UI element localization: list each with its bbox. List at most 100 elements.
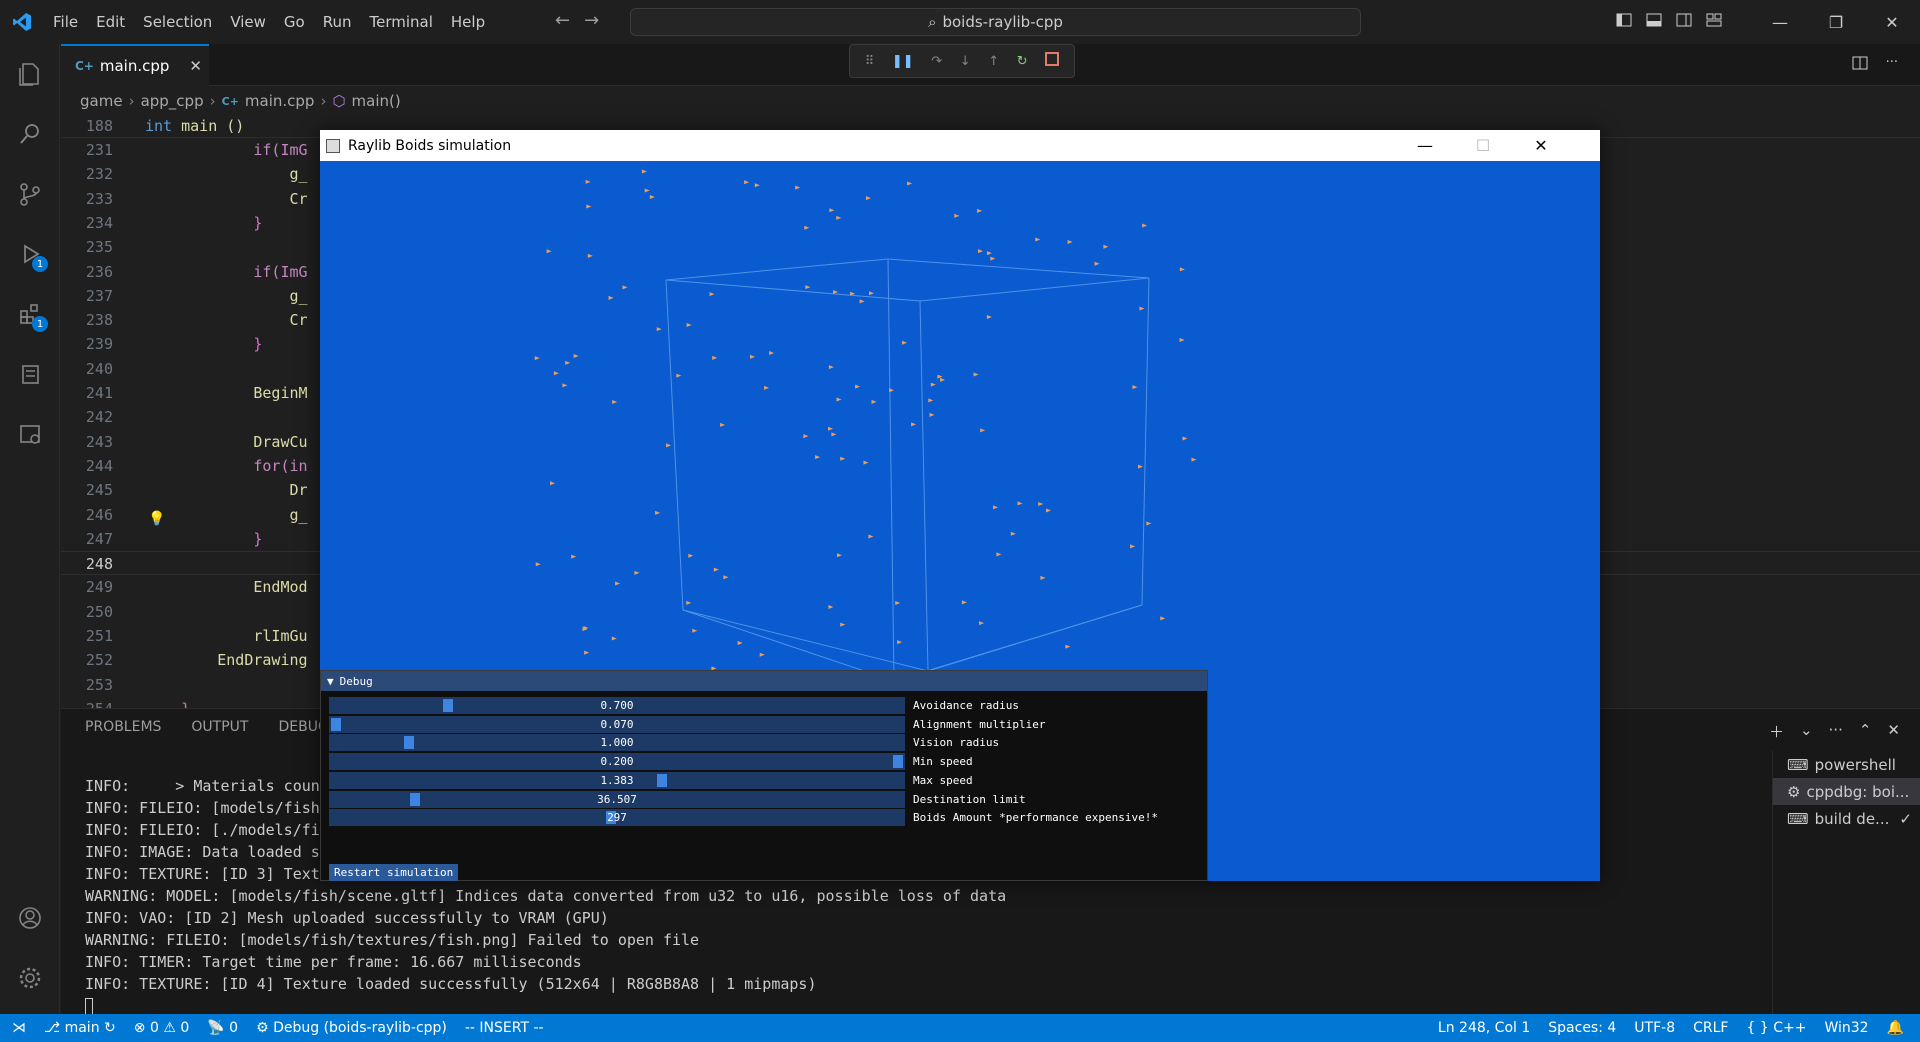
raylib-titlebar[interactable]: Raylib Boids simulation — ☐ ✕: [320, 130, 1600, 161]
boid: [865, 196, 871, 201]
chevron-down-icon[interactable]: ⌄: [1800, 721, 1813, 742]
slider[interactable]: 36.507: [329, 790, 905, 808]
boid: [534, 356, 540, 361]
menu-run[interactable]: Run: [314, 0, 361, 44]
lightbulb-icon[interactable]: 💡: [148, 511, 165, 527]
minimize-icon[interactable]: —: [1752, 0, 1808, 44]
indentation[interactable]: Spaces: 4: [1548, 1020, 1616, 1036]
boid: [836, 215, 842, 220]
slider[interactable]: 297: [329, 809, 905, 827]
encoding[interactable]: UTF-8: [1634, 1020, 1675, 1036]
ports-indicator[interactable]: 📡 0: [207, 1020, 238, 1036]
customize-layout-icon[interactable]: [1706, 12, 1722, 32]
settings-gear-icon[interactable]: [0, 948, 60, 1008]
toggle-secondary-sidebar-icon[interactable]: [1676, 12, 1692, 32]
end-of-line[interactable]: CRLF: [1693, 1020, 1728, 1036]
close-window-icon[interactable]: ✕: [1864, 0, 1920, 44]
source-control-icon[interactable]: [0, 164, 60, 224]
platform[interactable]: Win32: [1824, 1020, 1868, 1036]
restore-icon[interactable]: ❐: [1808, 0, 1864, 44]
new-terminal-icon[interactable]: ＋: [1769, 721, 1784, 742]
terminal-item-powershell[interactable]: ⌨ powershell: [1773, 751, 1920, 778]
notifications-bell-icon[interactable]: 🔔: [1887, 1020, 1904, 1036]
imgui-debug-window[interactable]: ▼ Debug 0.700 Avoidance radius 0.070 Alignm…: [320, 670, 1208, 881]
menu-edit[interactable]: Edit: [87, 0, 134, 44]
boid: [986, 315, 992, 320]
boid: [1067, 240, 1073, 245]
explorer-icon[interactable]: [0, 44, 60, 104]
boid: [723, 575, 729, 580]
menu-help[interactable]: Help: [442, 0, 494, 44]
menu-file[interactable]: File: [44, 0, 87, 44]
breadcrumb-item[interactable]: game: [80, 92, 123, 110]
slider[interactable]: 1.383: [329, 771, 905, 789]
slider[interactable]: 1.000: [329, 734, 905, 752]
close-tab-icon[interactable]: ✕: [189, 57, 202, 75]
close-panel-icon[interactable]: ✕: [1887, 721, 1900, 742]
raylib-window[interactable]: Raylib Boids simulation — ☐ ✕ ▼ Debug 0.…: [320, 130, 1600, 881]
terminal-item-cppdbg[interactable]: ⚙ cppdbg: boi...: [1773, 778, 1920, 805]
menu-view[interactable]: View: [221, 0, 275, 44]
tab-problems[interactable]: PROBLEMS: [85, 719, 161, 735]
cursor-position[interactable]: Ln 248, Col 1: [1438, 1020, 1530, 1036]
step-over-icon[interactable]: ↷: [931, 54, 942, 69]
collapse-triangle-icon[interactable]: ▼: [327, 675, 334, 688]
boid: [709, 292, 715, 297]
pause-icon[interactable]: ❚❚: [892, 54, 914, 69]
language-mode[interactable]: { } C++: [1746, 1020, 1806, 1036]
back-arrow-icon[interactable]: ←: [555, 10, 570, 31]
raylib-maximize-icon[interactable]: ☐: [1454, 130, 1512, 161]
boid: [546, 249, 552, 254]
drag-handle-icon[interactable]: ⠿: [865, 54, 875, 69]
more-actions-icon[interactable]: ···: [1886, 55, 1898, 75]
line-number: 244: [85, 456, 113, 475]
slider[interactable]: 0.070: [329, 715, 905, 733]
problems-indicator[interactable]: ⊗ 0 ⚠ 0: [134, 1020, 189, 1036]
run-debug-icon[interactable]: 1: [0, 224, 60, 284]
toggle-panel-icon[interactable]: [1646, 12, 1662, 32]
debug-config-indicator[interactable]: ⚙ Debug (boids-raylib-cpp): [256, 1020, 447, 1036]
debug-icon: ⚙: [1787, 782, 1801, 801]
command-center-search[interactable]: ⌕ boids-raylib-cpp: [630, 8, 1361, 36]
menu-selection[interactable]: Selection: [134, 0, 221, 44]
restart-icon[interactable]: ↻: [1017, 54, 1028, 69]
remote-explorer-icon[interactable]: [0, 404, 60, 464]
imgui-titlebar[interactable]: ▼ Debug: [321, 671, 1207, 691]
boid: [833, 289, 839, 294]
more-actions-icon[interactable]: ···: [1829, 721, 1843, 742]
tab-main-cpp[interactable]: C+ main.cpp ✕: [61, 44, 209, 86]
maximize-panel-icon[interactable]: ⌃: [1859, 721, 1872, 742]
branch-indicator[interactable]: ⎇ main ↻: [44, 1020, 116, 1036]
boid: [977, 208, 983, 213]
terminal-line: INFO: VAO: [ID 2] Mesh uploaded successf…: [85, 909, 609, 927]
menu-terminal[interactable]: Terminal: [361, 0, 442, 44]
forward-arrow-icon[interactable]: →: [584, 10, 599, 31]
raylib-minimize-icon[interactable]: —: [1396, 130, 1454, 161]
boid: [587, 253, 593, 258]
breadcrumb-item[interactable]: main(): [352, 92, 401, 110]
restart-simulation-button[interactable]: Restart simulation: [329, 864, 459, 881]
step-into-icon[interactable]: ↓: [960, 54, 971, 69]
slider[interactable]: 0.700: [329, 697, 905, 714]
code-keyword: int: [145, 117, 173, 135]
terminal-line: WARNING: FILEIO: [models/fish/textures/f…: [85, 931, 700, 949]
raylib-close-icon[interactable]: ✕: [1512, 130, 1570, 161]
tab-output[interactable]: OUTPUT: [191, 719, 248, 735]
step-out-icon[interactable]: ↑: [988, 54, 999, 69]
slider[interactable]: 0.200: [329, 753, 905, 771]
toggle-primary-sidebar-icon[interactable]: [1616, 12, 1632, 32]
accounts-icon[interactable]: [0, 888, 60, 948]
terminal-icon: ⌨: [1787, 755, 1809, 774]
menu-go[interactable]: Go: [275, 0, 314, 44]
extensions-icon[interactable]: 1: [0, 284, 60, 344]
breadcrumb-item[interactable]: main.cpp: [245, 92, 315, 110]
terminal-item-build[interactable]: ⌨ build de... ✓: [1773, 805, 1920, 832]
stop-icon[interactable]: [1045, 52, 1060, 70]
remote-icon[interactable]: ⋊: [12, 1020, 26, 1036]
split-editor-icon[interactable]: [1852, 55, 1868, 75]
testing-icon[interactable]: [0, 344, 60, 404]
search-icon[interactable]: [0, 104, 60, 164]
boid: [692, 628, 698, 633]
breadcrumb-item[interactable]: app_cpp: [141, 92, 204, 110]
boid: [1146, 521, 1152, 526]
